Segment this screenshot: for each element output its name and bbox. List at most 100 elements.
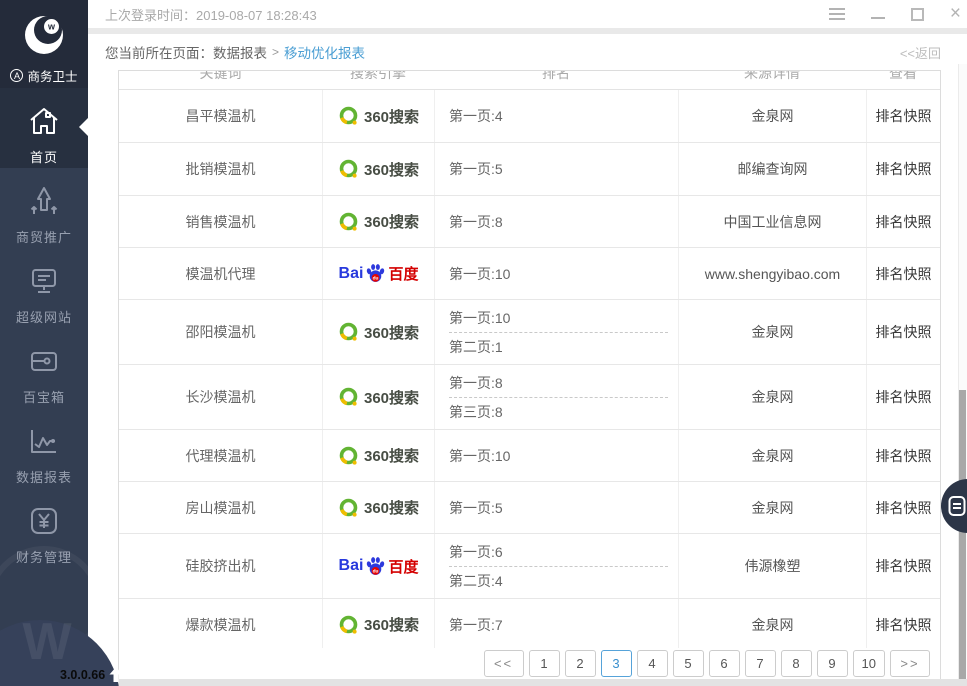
- view-snapshot-link[interactable]: 排名快照: [876, 498, 932, 518]
- engine-cell: 360搜索: [322, 430, 434, 481]
- rank-cell: 第一页:8: [434, 196, 678, 247]
- breadcrumb-prefix: 您当前所在页面：数据报表: [105, 42, 267, 62]
- page-button[interactable]: 7: [745, 650, 776, 677]
- rank-divider: [449, 566, 668, 567]
- breadcrumb: 您当前所在页面：数据报表 > 移动优化报表 <<返回: [88, 34, 967, 70]
- view-cell: 排名快照: [866, 300, 940, 364]
- view-snapshot-link[interactable]: 排名快照: [876, 322, 932, 342]
- table-header-row: 关键词 搜索引擎 排名 来源详情 查看: [119, 71, 940, 90]
- minimize-icon[interactable]: [871, 9, 885, 19]
- rank-divider: [449, 332, 668, 333]
- sidebar-item-super-website[interactable]: 超级网站: [0, 248, 88, 328]
- page-button[interactable]: 10: [853, 650, 885, 677]
- rank-value: 第一页:10: [449, 446, 678, 466]
- app-logo-icon: w: [20, 10, 68, 58]
- view-cell: 排名快照: [866, 196, 940, 247]
- keyword-cell: 爆款模温机: [119, 599, 322, 650]
- page-button[interactable]: 4: [637, 650, 668, 677]
- rank-cell: 第一页:5: [434, 143, 678, 195]
- engine-360-logo: 360搜索: [338, 497, 419, 519]
- view-cell: 排名快照: [866, 534, 940, 598]
- source-cell: 伟源橡塑: [678, 534, 866, 598]
- window-controls: ×: [829, 7, 967, 21]
- sidebar-item-home[interactable]: 首页: [0, 88, 88, 168]
- line-chart-icon: [27, 426, 61, 456]
- update-arrow-icon[interactable]: [108, 666, 124, 683]
- view-snapshot-link[interactable]: 排名快照: [876, 615, 932, 635]
- page-button[interactable]: 3: [601, 650, 632, 677]
- rank-value: 第一页:10: [449, 308, 678, 328]
- page-button[interactable]: 6: [709, 650, 740, 677]
- page-next-button[interactable]: >>: [890, 650, 930, 677]
- keyword-cell: 长沙模温机: [119, 365, 322, 429]
- view-snapshot-link[interactable]: 排名快照: [876, 106, 932, 126]
- view-snapshot-link[interactable]: 排名快照: [876, 264, 932, 284]
- engine-360-logo: 360搜索: [338, 614, 419, 636]
- sidebar-item-toolbox[interactable]: 百宝箱: [0, 328, 88, 408]
- view-cell: 排名快照: [866, 365, 940, 429]
- table-body: 昌平模温机 360搜索第一页:4金泉网排名快照批销模温机 360搜索第一页:5邮…: [119, 90, 940, 651]
- page-button[interactable]: 9: [817, 650, 848, 677]
- last-login-text: 上次登录时间：2019-08-07 18:28:43: [88, 5, 829, 24]
- 360-ring-icon: [338, 105, 360, 127]
- rank-value: 第一页:7: [449, 615, 678, 635]
- brand-name: 商务卫士: [27, 66, 77, 85]
- table-row: 代理模温机 360搜索第一页:10金泉网排名快照: [119, 430, 940, 482]
- back-link[interactable]: <<返回: [900, 43, 941, 62]
- keyword-cell: 代理模温机: [119, 430, 322, 481]
- brand-circle-a-icon: A: [10, 69, 23, 82]
- 360-ring-icon: [338, 497, 360, 519]
- table-row: 模温机代理 Bai du 百度第一页:10www.shengyibao.com排…: [119, 248, 940, 300]
- source-cell: 金泉网: [678, 90, 866, 142]
- page-button[interactable]: 2: [565, 650, 596, 677]
- page-button[interactable]: 1: [529, 650, 560, 677]
- source-cell: 金泉网: [678, 365, 866, 429]
- source-cell: 金泉网: [678, 300, 866, 364]
- version-row: 3.0.0.66: [60, 666, 124, 683]
- main-area: 上次登录时间：2019-08-07 18:28:43 × 您当前所在页面：数据报…: [88, 0, 967, 686]
- sidebar: w A 商务卫士 首页 商贸推广 超级网站: [0, 0, 88, 686]
- engine-cell: 360搜索: [322, 300, 434, 364]
- table-row: 硅胶挤出机 Bai du 百度第一页:6第二页:4伟源橡塑排名快照: [119, 534, 940, 599]
- monitor-icon: [27, 266, 61, 296]
- keyword-cell: 房山模温机: [119, 482, 322, 533]
- view-snapshot-link[interactable]: 排名快照: [876, 212, 932, 232]
- keyword-cell: 硅胶挤出机: [119, 534, 322, 598]
- sidebar-item-data-reports[interactable]: 数据报表: [0, 408, 88, 488]
- footer-strip: [88, 679, 967, 686]
- source-cell: 金泉网: [678, 599, 866, 650]
- rank-value: 第二页:1: [449, 337, 678, 357]
- scrollbar-thumb[interactable]: [959, 390, 966, 679]
- keyword-cell: 批销模温机: [119, 143, 322, 195]
- rank-value: 第一页:4: [449, 106, 678, 126]
- view-cell: 排名快照: [866, 248, 940, 299]
- baidu-paw-icon: du: [365, 556, 386, 577]
- rank-value: 第二页:4: [449, 571, 678, 591]
- 360-ring-icon: [338, 445, 360, 467]
- rank-value: 第一页:10: [449, 264, 678, 284]
- version-label: 3.0.0.66: [60, 668, 105, 682]
- breadcrumb-current-link[interactable]: 移动优化报表: [284, 42, 365, 62]
- view-snapshot-link[interactable]: 排名快照: [876, 159, 932, 179]
- page-button[interactable]: 5: [673, 650, 704, 677]
- table-row: 邵阳模温机 360搜索第一页:10 第二页:1金泉网排名快照: [119, 300, 940, 365]
- sidebar-item-promotion[interactable]: 商贸推广: [0, 168, 88, 248]
- svg-text:du: du: [373, 568, 379, 574]
- page-button[interactable]: 8: [781, 650, 812, 677]
- menu-icon[interactable]: [829, 8, 845, 20]
- page-prev-button[interactable]: <<: [484, 650, 524, 677]
- rank-cell: 第一页:10 第二页:1: [434, 300, 678, 364]
- engine-cell: 360搜索: [322, 365, 434, 429]
- view-snapshot-link[interactable]: 排名快照: [876, 556, 932, 576]
- maximize-icon[interactable]: [911, 8, 924, 21]
- rank-value: 第一页:8: [449, 373, 678, 393]
- view-snapshot-link[interactable]: 排名快照: [876, 446, 932, 466]
- keyword-cell: 邵阳模温机: [119, 300, 322, 364]
- rank-value: 第一页:5: [449, 498, 678, 518]
- ranking-table: 关键词 搜索引擎 排名 来源详情 查看 昌平模温机 360搜索第一页:4金泉网排…: [118, 70, 941, 686]
- svg-text:du: du: [373, 276, 379, 282]
- app-logo-block: w A 商务卫士: [0, 0, 88, 88]
- engine-360-logo: 360搜索: [338, 211, 419, 233]
- close-icon[interactable]: ×: [950, 7, 961, 21]
- view-snapshot-link[interactable]: 排名快照: [876, 387, 932, 407]
